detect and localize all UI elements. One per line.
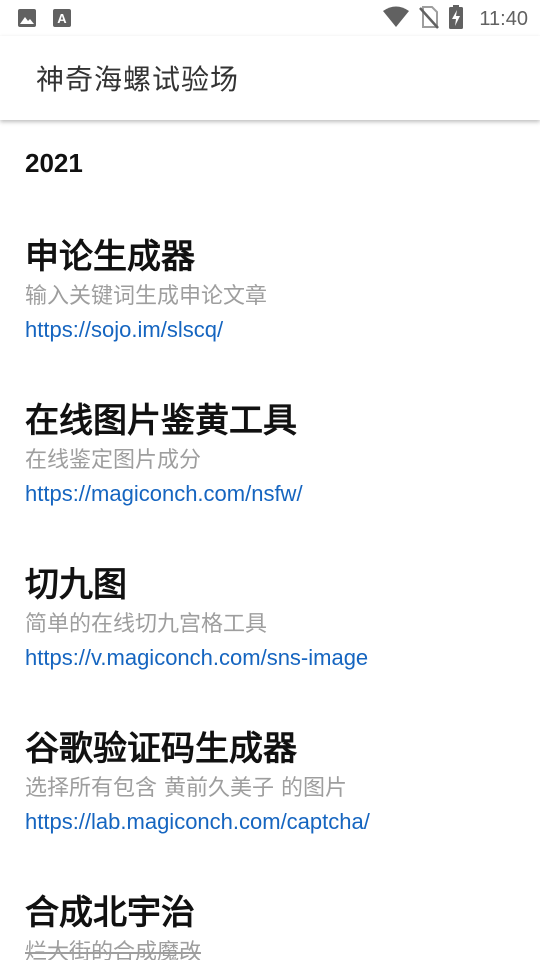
entry-description: 输入关键词生成申论文章 [25,284,268,309]
status-left-icons: A [17,8,71,32]
list-item[interactable]: 申论生成器 输入关键词生成申论文章 https://sojo.im/slscq/ [25,236,525,345]
entry-description: 烂大街的合成魔改 [25,940,202,960]
entry-title: 合成北宇治 [25,893,195,933]
entry-link[interactable]: https://v.magiconch.com/sns-image [25,643,525,673]
list-item[interactable]: 在线图片鉴黄工具 在线鉴定图片成分 https://magiconch.com/… [25,400,525,509]
no-sim-icon [419,5,440,33]
image-icon [17,8,37,32]
list-item[interactable]: 谷歌验证码生成器 选择所有包含 黄前久美子 的图片 https://lab.ma… [25,728,525,837]
page-title: 神奇海螺试验场 [36,63,240,96]
battery-charging-icon [449,5,464,33]
entry-title: 切九图 [25,565,127,605]
svg-text:A: A [57,11,67,26]
entry-title: 在线图片鉴黄工具 [25,401,297,441]
entry-description: 选择所有包含 黄前久美子 的图片 [25,776,347,801]
year-heading: 2021 [25,148,83,178]
entry-description: 简单的在线切九宫格工具 [25,612,268,637]
clock: 11:40 [479,7,528,30]
app-bar: 神奇海螺试验场 [0,36,540,120]
entry-link[interactable]: https://sojo.im/slscq/ [25,315,525,345]
entry-link[interactable]: https://lab.magiconch.com/captcha/ [25,807,525,837]
content-list[interactable]: 2021 申论生成器 输入关键词生成申论文章 https://sojo.im/s… [0,120,540,960]
list-item[interactable]: 合成北宇治 烂大街的合成魔改 [25,892,525,960]
status-right-icons: 11:40 [383,5,528,33]
wifi-icon [383,6,410,32]
status-bar: A 11:40 [0,0,540,36]
a-box-icon: A [53,8,71,32]
entry-link[interactable]: https://magiconch.com/nsfw/ [25,479,525,509]
entry-description: 在线鉴定图片成分 [25,448,202,473]
entry-title: 申论生成器 [25,237,195,277]
list-item[interactable]: 切九图 简单的在线切九宫格工具 https://v.magiconch.com/… [25,564,525,673]
entry-title: 谷歌验证码生成器 [25,729,297,769]
